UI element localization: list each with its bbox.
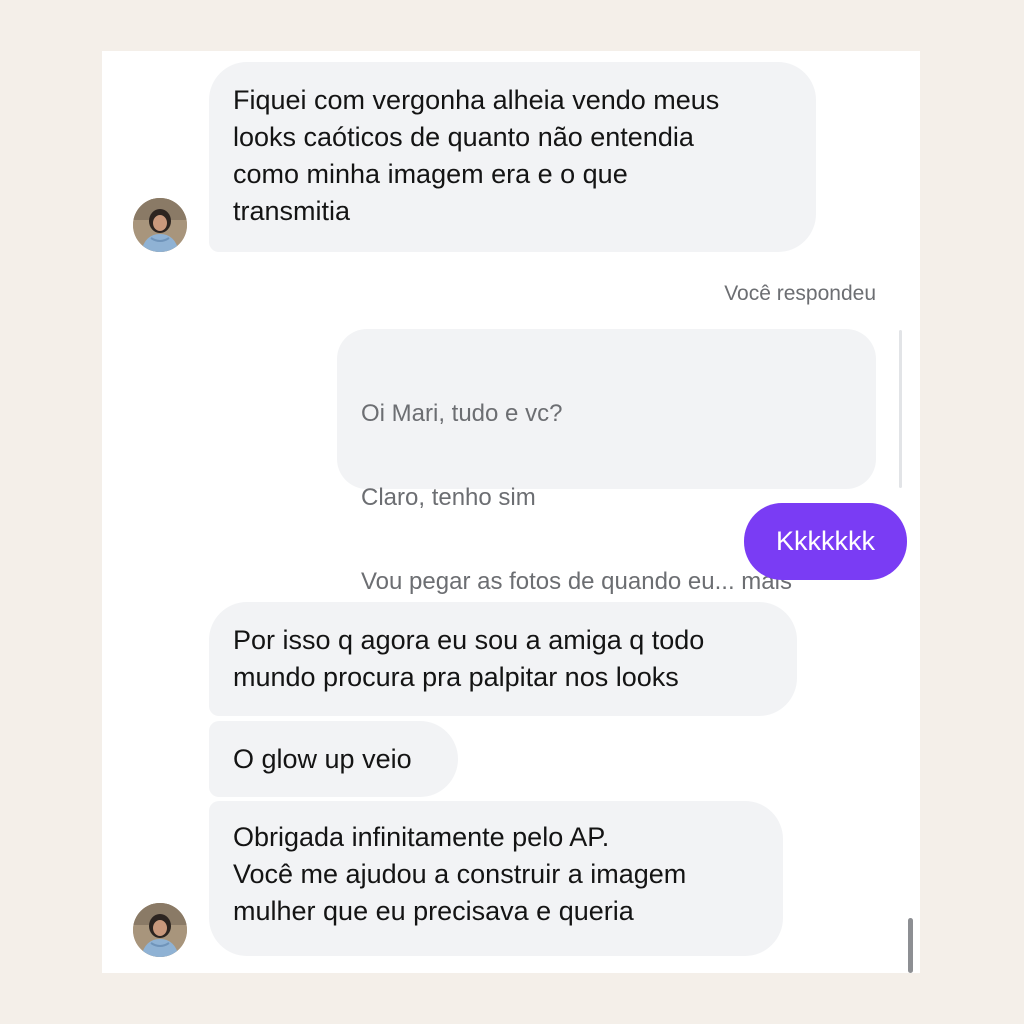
chat-thread[interactable]: Fiquei com vergonha alheia vendo meus lo… [102,51,920,973]
quoted-reply[interactable]: Oi Mari, tudo e vc? Claro, tenho sim Vou… [337,329,876,595]
scrollbar-thumb[interactable] [908,918,913,973]
reply-indicator-bar [899,330,902,488]
you-replied-label: Você respondeu [724,282,876,305]
avatar-photo-icon [133,903,187,957]
incoming-message-2[interactable]: Por isso q agora eu sou a amiga q todo m… [209,602,797,716]
contact-avatar[interactable] [133,198,187,252]
avatar-photo-icon [133,198,187,252]
outgoing-message[interactable]: Kkkkkkk [744,503,907,580]
incoming-message-3[interactable]: O glow up veio [209,721,458,797]
contact-avatar[interactable] [133,903,187,957]
incoming-message-1[interactable]: Fiquei com vergonha alheia vendo meus lo… [209,62,816,252]
incoming-message-4[interactable]: Obrigada infinitamente pelo AP. Você me … [209,801,783,956]
quoted-line-1: Oi Mari, tudo e vc? [361,400,563,427]
